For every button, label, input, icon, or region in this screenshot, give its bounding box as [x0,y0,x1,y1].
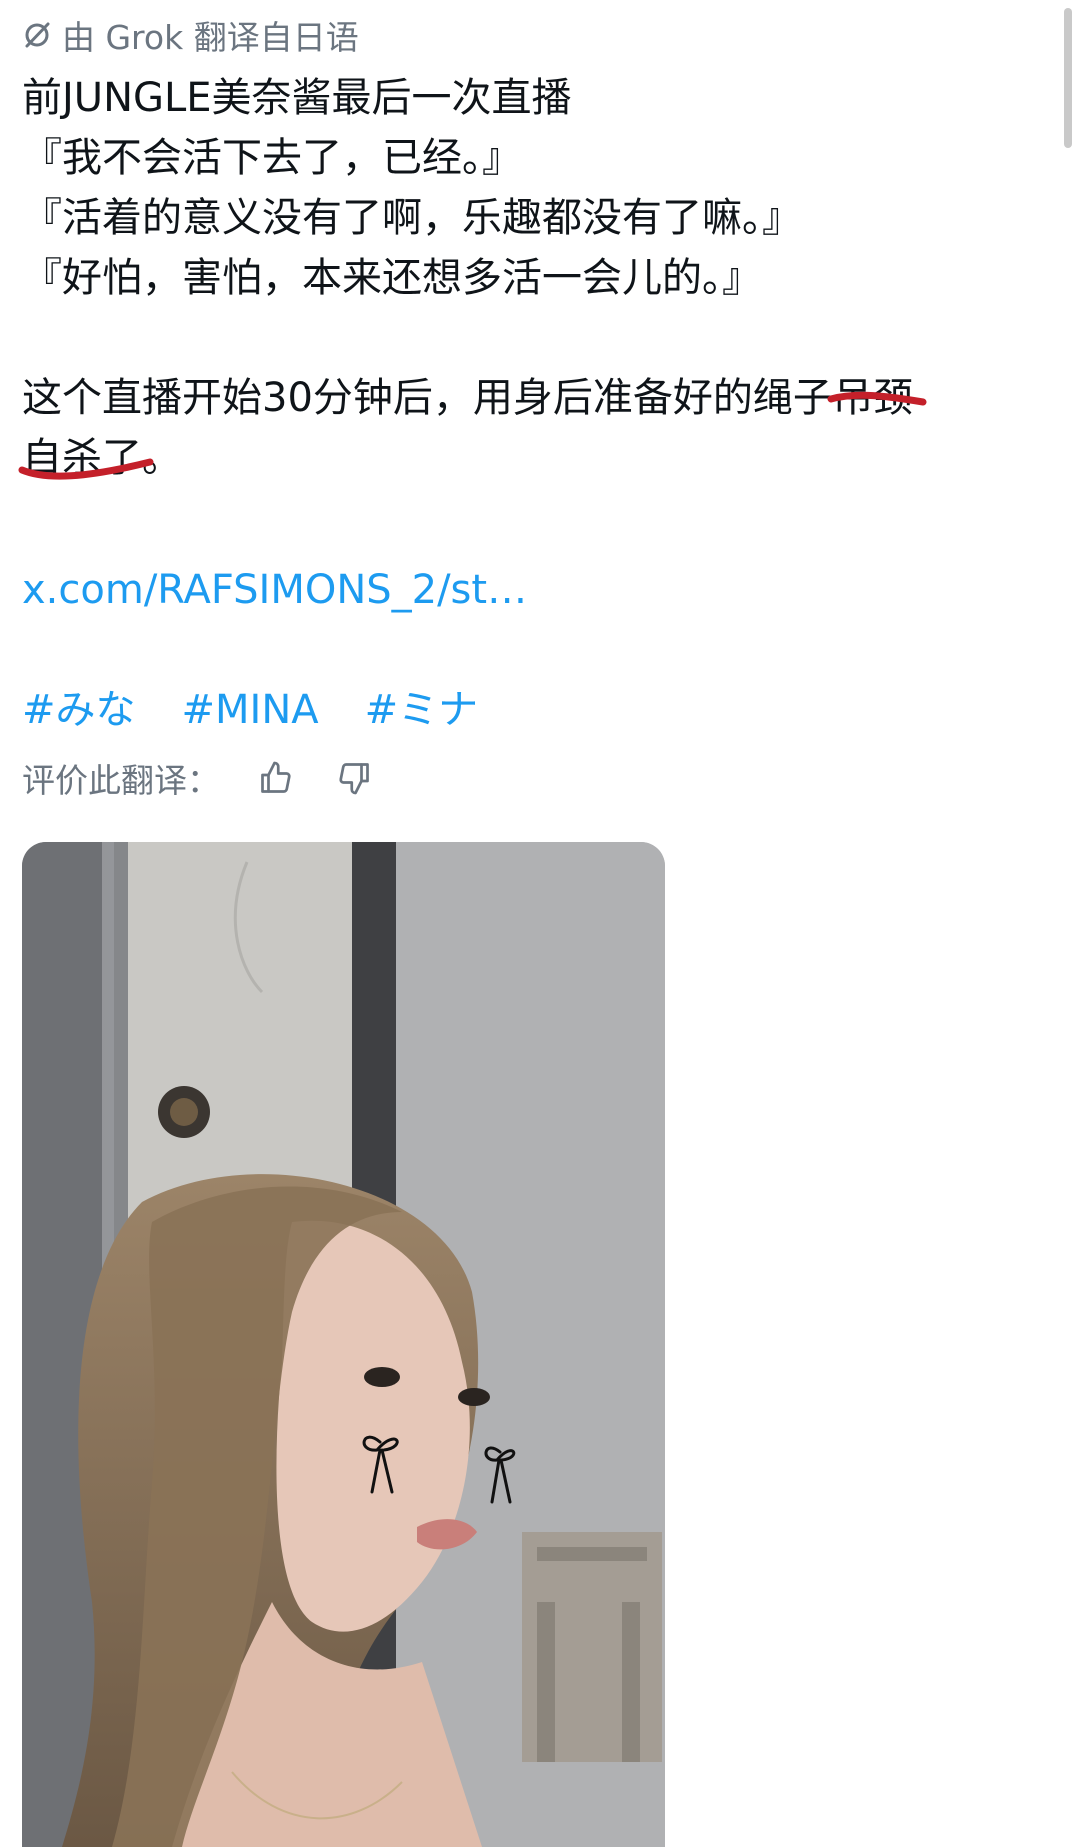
post-line-quote-1: 『我不会活下去了，已经。』 [22,135,522,181]
struck-word-1-text: 吊颈 [832,375,913,421]
grok-slash-icon [22,20,52,50]
thumbs-down-icon[interactable] [332,756,376,800]
post-line-quote-3: 『好怕，害怕，本来还想多活一会儿的。』 [22,255,762,301]
hashtag-mina-hiragana[interactable]: #みな [22,680,136,740]
struck-word-2: 自杀了 [18,428,154,488]
video-still-image [22,842,665,1847]
struck-word-1: 吊颈 [827,368,927,428]
hashtag-mina-katakana[interactable]: #ミナ [365,680,479,740]
thumbs-up-icon[interactable] [254,756,298,800]
struck-word-2-text: 自杀了 [22,435,142,481]
sentence-end: 。 [142,435,182,481]
hashtag-mina-latin[interactable]: #MINA [182,680,319,740]
post-media-video[interactable] [22,842,665,1847]
rate-translation-label: 评价此翻译： [22,761,220,800]
hashtag-list: #みな #MINA #ミナ [22,680,478,740]
post-line-quote-2: 『活着的意义没有了啊，乐趣都没有了嘛。』 [22,195,802,241]
scrollbar[interactable] [1064,8,1072,148]
post-line-sentence-cont: 自杀了。 [18,428,1062,488]
translation-notice-text: 由 Grok 翻译自日语 [62,18,359,57]
post-line-sentence: 这个直播开始30分钟后，用身后准备好的绳子吊颈 [22,368,1062,428]
sentence-part-1: 这个直播开始30分钟后，用身后准备好的绳子 [22,375,833,421]
post-link[interactable]: x.com/RAFSIMONS_2/st… [22,560,527,620]
translation-notice: 由 Grok 翻译自日语 [22,14,359,57]
post-text: 前JUNGLE美奈酱最后一次直播 『我不会活下去了，已经。』 『活着的意义没有了… [18,68,1062,488]
post-blank-line [22,308,1062,368]
rate-translation: 评价此翻译： [22,752,376,804]
post-line-title: 前JUNGLE美奈酱最后一次直播 [22,75,572,121]
